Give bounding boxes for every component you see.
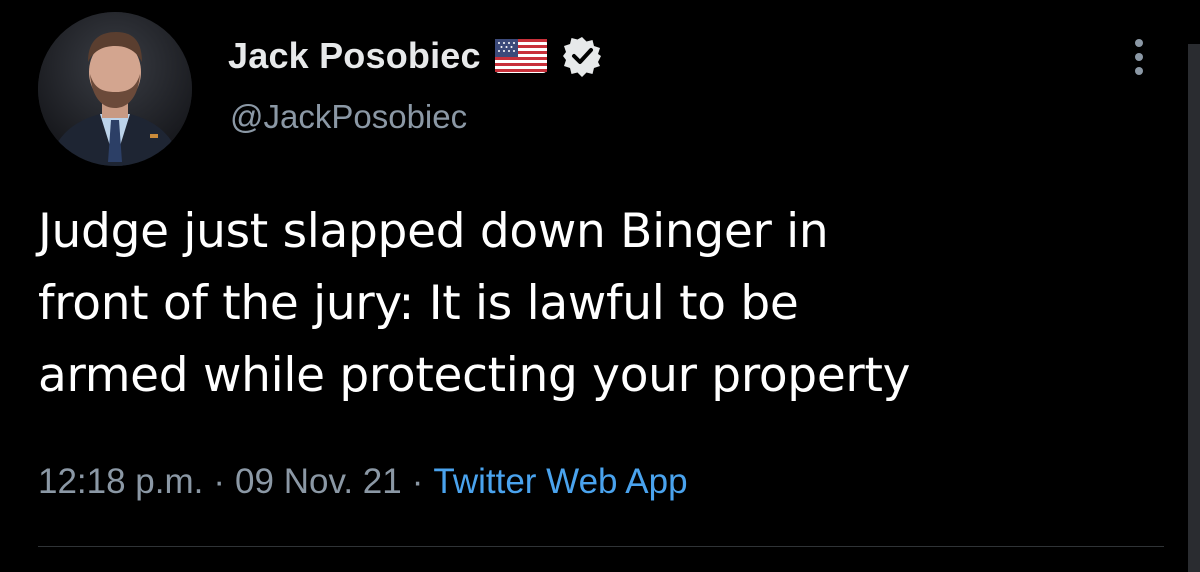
- tweet-text: Judge just slapped down Binger in front …: [38, 196, 1158, 412]
- verified-badge-icon: [561, 35, 603, 77]
- meta-separator: ·: [411, 462, 424, 501]
- tweet-text-line: front of the jury: It is lawful to be: [38, 276, 799, 331]
- display-name-row: Jack Posobiec: [228, 28, 603, 84]
- tweet-card: Jack Posobiec @JackPosobiec Judge just s…: [0, 0, 1200, 572]
- meta-separator: ·: [213, 462, 226, 501]
- more-vertical-icon[interactable]: [1128, 38, 1150, 76]
- tweet-text-line: Judge just slapped down Binger in: [38, 204, 829, 259]
- us-flag-icon: [494, 39, 547, 73]
- tweet-text-line: armed while protecting your property: [38, 348, 911, 403]
- avatar[interactable]: [38, 12, 192, 166]
- divider: [38, 546, 1164, 547]
- scrollbar[interactable]: [1188, 44, 1200, 572]
- tweet-time[interactable]: 12:18 p.m.: [38, 462, 203, 501]
- tweet-source-link[interactable]: Twitter Web App: [433, 462, 687, 501]
- tweet-meta: 12:18 p.m. · 09 Nov. 21 · Twitter Web App: [38, 462, 688, 502]
- tweet-date[interactable]: 09 Nov. 21: [235, 462, 402, 501]
- display-name[interactable]: Jack Posobiec: [228, 35, 481, 77]
- user-handle[interactable]: @JackPosobiec: [230, 98, 467, 136]
